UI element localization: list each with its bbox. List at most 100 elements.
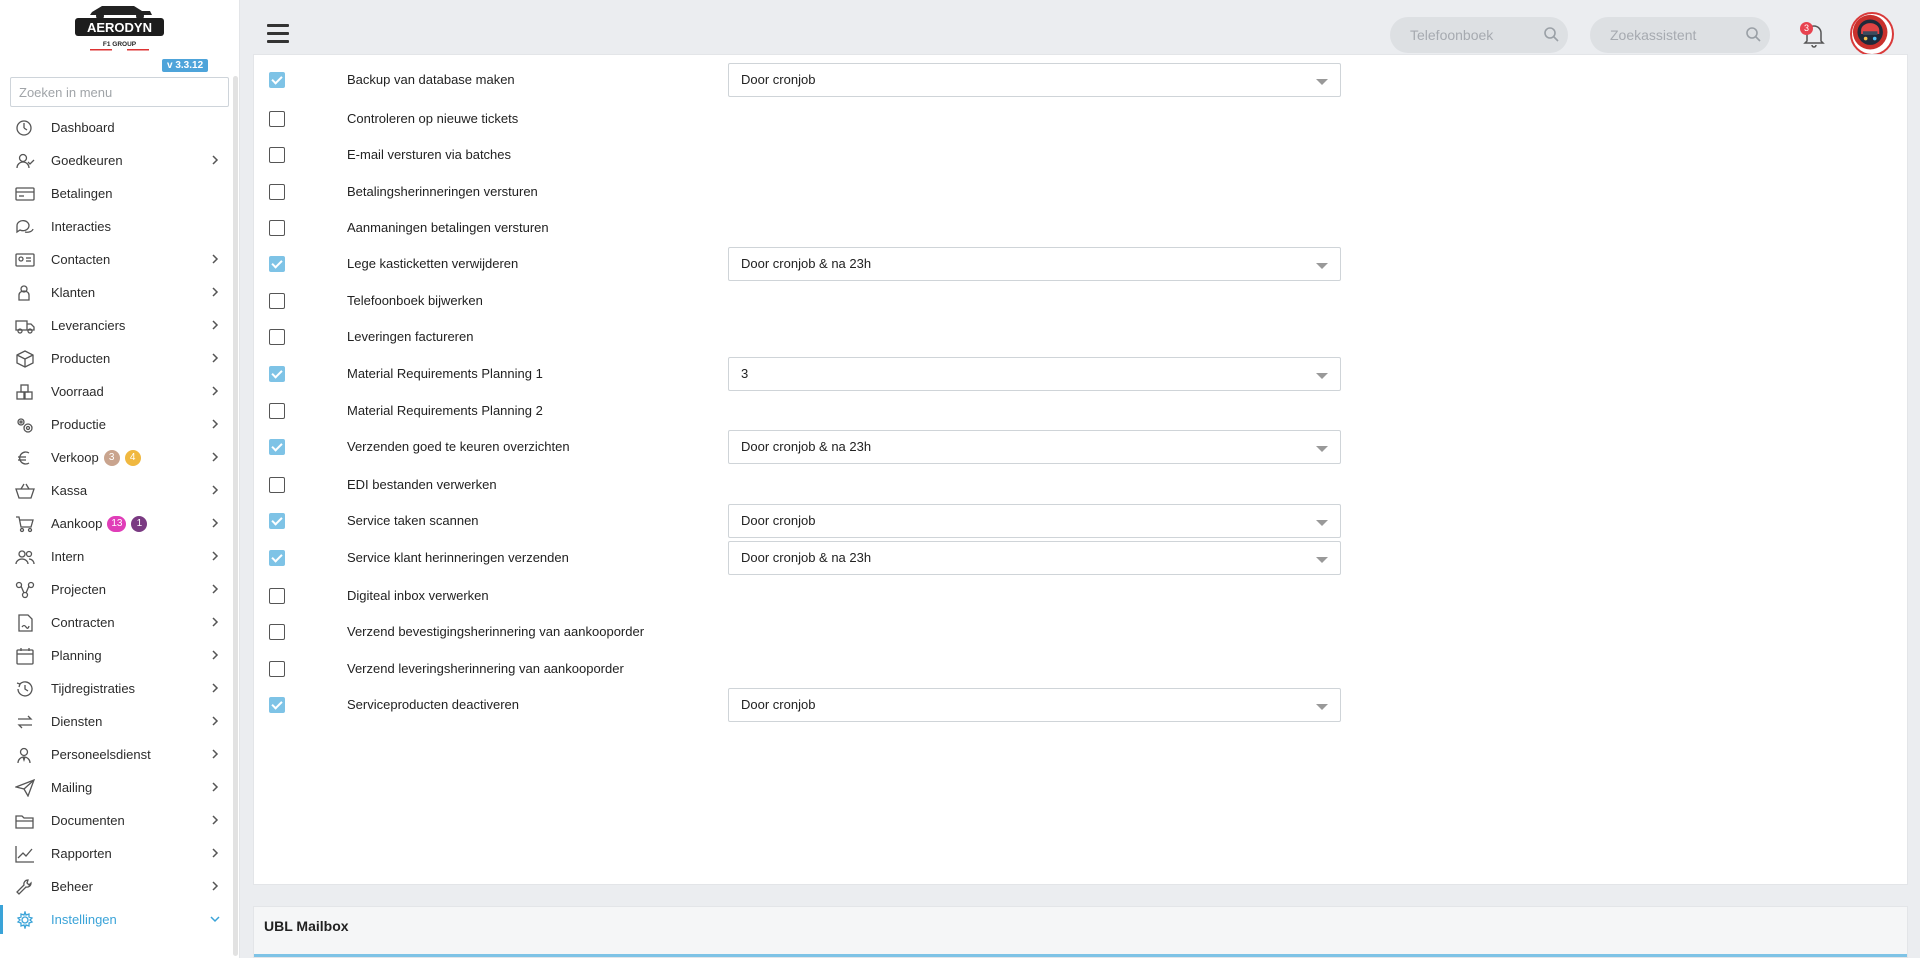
sidebar-item-productie[interactable]: Productie	[0, 408, 232, 441]
sidebar-scrollbar[interactable]	[233, 76, 238, 956]
assistant-search-input[interactable]	[1590, 17, 1770, 53]
dropdown-caret-icon[interactable]	[1316, 557, 1328, 563]
schedule-select[interactable]: Door cronjob & na 23h	[728, 430, 1341, 464]
task-checkbox[interactable]	[269, 588, 285, 604]
sidebar-item-documenten[interactable]: Documenten	[0, 804, 232, 837]
task-checkbox[interactable]	[269, 147, 285, 163]
task-checkbox[interactable]	[269, 72, 285, 88]
sidebar-item-leveranciers[interactable]: Leveranciers	[0, 309, 232, 342]
task-checkbox[interactable]	[269, 624, 285, 640]
sidebar-item-label: Instellingen	[51, 912, 117, 927]
sidebar-item-tijdregistraties[interactable]: Tijdregistraties	[0, 672, 232, 705]
sidebar-item-label: Tijdregistraties	[51, 681, 136, 696]
task-checkbox[interactable]	[269, 661, 285, 677]
count-badge: 3	[103, 449, 120, 466]
chevron-right-icon[interactable]	[210, 484, 220, 496]
dropdown-caret-icon[interactable]	[1316, 373, 1328, 379]
task-checkbox[interactable]	[269, 184, 285, 200]
task-checkbox[interactable]	[269, 111, 285, 127]
task-label: E-mail versturen via batches	[347, 147, 512, 162]
schedule-select-value: Door cronjob	[741, 513, 816, 528]
section-divider	[254, 954, 1907, 957]
sidebar-item-dashboard[interactable]: Dashboard	[0, 111, 232, 144]
menu-search-input[interactable]	[10, 77, 229, 107]
chevron-right-icon[interactable]	[210, 418, 220, 430]
chevron-right-icon[interactable]	[210, 253, 220, 265]
phonebook-search-input[interactable]	[1390, 17, 1568, 53]
sidebar-item-rapporten[interactable]: Rapporten	[0, 837, 232, 870]
sidebar-item-verkoop[interactable]: Verkoop 3 4	[0, 441, 232, 474]
hamburger-menu-icon[interactable]	[267, 24, 289, 44]
chevron-right-icon[interactable]	[210, 286, 220, 298]
sidebar-item-projecten[interactable]: Projecten	[0, 573, 232, 606]
task-checkbox[interactable]	[269, 697, 285, 713]
sidebar-item-planning[interactable]: Planning	[0, 639, 232, 672]
user-avatar[interactable]	[1850, 12, 1894, 56]
task-label: Serviceproducten deactiveren	[347, 697, 519, 712]
chevron-right-icon[interactable]	[210, 748, 220, 760]
dropdown-caret-icon[interactable]	[1316, 79, 1328, 85]
task-checkbox[interactable]	[269, 329, 285, 345]
dropdown-caret-icon[interactable]	[1316, 520, 1328, 526]
task-checkbox[interactable]	[269, 439, 285, 455]
search-icon[interactable]	[1745, 26, 1761, 42]
chevron-down-icon[interactable]	[210, 913, 220, 925]
schedule-select-value: Door cronjob & na 23h	[741, 256, 872, 271]
sidebar-item-klanten[interactable]: Klanten	[0, 276, 232, 309]
chevron-right-icon[interactable]	[210, 814, 220, 826]
chevron-right-icon[interactable]	[210, 319, 220, 331]
schedule-select[interactable]: Door cronjob & na 23h	[728, 541, 1341, 575]
chevron-right-icon[interactable]	[210, 451, 220, 463]
task-checkbox[interactable]	[269, 220, 285, 236]
task-checkbox[interactable]	[269, 403, 285, 419]
basket-icon	[15, 482, 37, 500]
sidebar-item-personeelsdienst[interactable]: Personeelsdienst	[0, 738, 232, 771]
sidebar-item-beheer[interactable]: Beheer	[0, 870, 232, 903]
project-icon	[15, 581, 37, 599]
sidebar-item-goedkeuren[interactable]: Goedkeuren	[0, 144, 232, 177]
chevron-right-icon[interactable]	[210, 517, 220, 529]
chevron-right-icon[interactable]	[210, 880, 220, 892]
schedule-select[interactable]: Door cronjob	[728, 688, 1341, 722]
chevron-right-icon[interactable]	[210, 682, 220, 694]
task-checkbox[interactable]	[269, 293, 285, 309]
sidebar-item-interacties[interactable]: Interacties	[0, 210, 232, 243]
task-label: Telefoonboek bijwerken	[347, 293, 483, 308]
schedule-select[interactable]: 3	[728, 357, 1341, 391]
task-checkbox[interactable]	[269, 550, 285, 566]
chevron-right-icon[interactable]	[210, 583, 220, 595]
chevron-right-icon[interactable]	[210, 847, 220, 859]
sidebar-item-voorraad[interactable]: Voorraad	[0, 375, 232, 408]
aerodyn-logo[interactable]: AERODYN F1 GROUP	[72, 2, 167, 54]
search-icon[interactable]	[1543, 26, 1559, 42]
ubl-mailbox-section[interactable]: UBL Mailbox	[253, 906, 1908, 958]
schedule-select[interactable]: Door cronjob	[728, 504, 1341, 538]
sidebar-item-aankoop[interactable]: Aankoop 13 1	[0, 507, 232, 540]
sidebar-item-kassa[interactable]: Kassa	[0, 474, 232, 507]
chevron-right-icon[interactable]	[210, 550, 220, 562]
sidebar-item-mailing[interactable]: Mailing	[0, 771, 232, 804]
chevron-right-icon[interactable]	[210, 616, 220, 628]
sidebar-item-contracten[interactable]: Contracten	[0, 606, 232, 639]
chevron-right-icon[interactable]	[210, 385, 220, 397]
sidebar-item-intern[interactable]: Intern	[0, 540, 232, 573]
schedule-select[interactable]: Door cronjob & na 23h	[728, 247, 1341, 281]
chevron-right-icon[interactable]	[210, 649, 220, 661]
sidebar-item-betalingen[interactable]: Betalingen	[0, 177, 232, 210]
sidebar-item-instellingen[interactable]: Instellingen	[0, 903, 232, 936]
task-checkbox[interactable]	[269, 513, 285, 529]
sidebar-item-contacten[interactable]: Contacten	[0, 243, 232, 276]
task-checkbox[interactable]	[269, 256, 285, 272]
sidebar-item-producten[interactable]: Producten	[0, 342, 232, 375]
task-checkbox[interactable]	[269, 366, 285, 382]
chevron-right-icon[interactable]	[210, 781, 220, 793]
chevron-right-icon[interactable]	[210, 352, 220, 364]
dropdown-caret-icon[interactable]	[1316, 704, 1328, 710]
dropdown-caret-icon[interactable]	[1316, 446, 1328, 452]
chevron-right-icon[interactable]	[210, 715, 220, 727]
chevron-right-icon[interactable]	[210, 154, 220, 166]
sidebar-item-diensten[interactable]: Diensten	[0, 705, 232, 738]
task-checkbox[interactable]	[269, 477, 285, 493]
dropdown-caret-icon[interactable]	[1316, 263, 1328, 269]
schedule-select[interactable]: Door cronjob	[728, 63, 1341, 97]
